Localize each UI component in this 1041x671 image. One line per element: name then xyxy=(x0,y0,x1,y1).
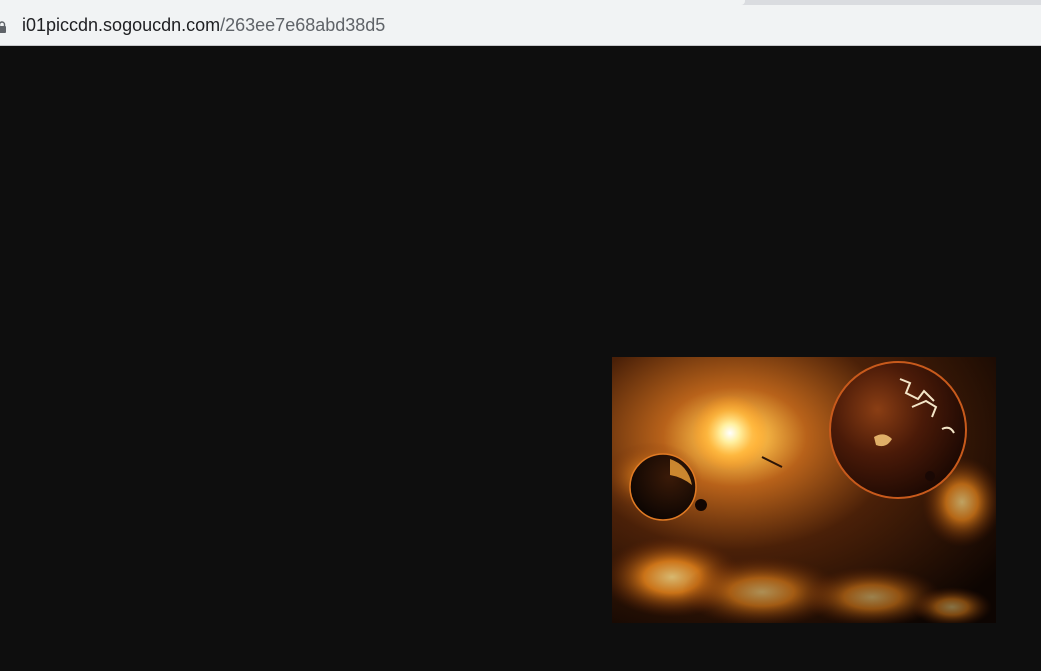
url-text[interactable]: i01piccdn.sogoucdn.com/263ee7e68abd38d5 xyxy=(22,14,385,36)
url-host: i01piccdn.sogoucdn.com xyxy=(22,15,221,35)
url-path: /263ee7e68abd38d5 xyxy=(220,15,386,35)
space-planets-image[interactable] xyxy=(612,357,996,623)
lock-icon[interactable] xyxy=(0,20,7,33)
page-viewport xyxy=(0,46,1041,671)
address-bar[interactable]: i01piccdn.sogoucdn.com/263ee7e68abd38d5 xyxy=(0,5,1041,46)
